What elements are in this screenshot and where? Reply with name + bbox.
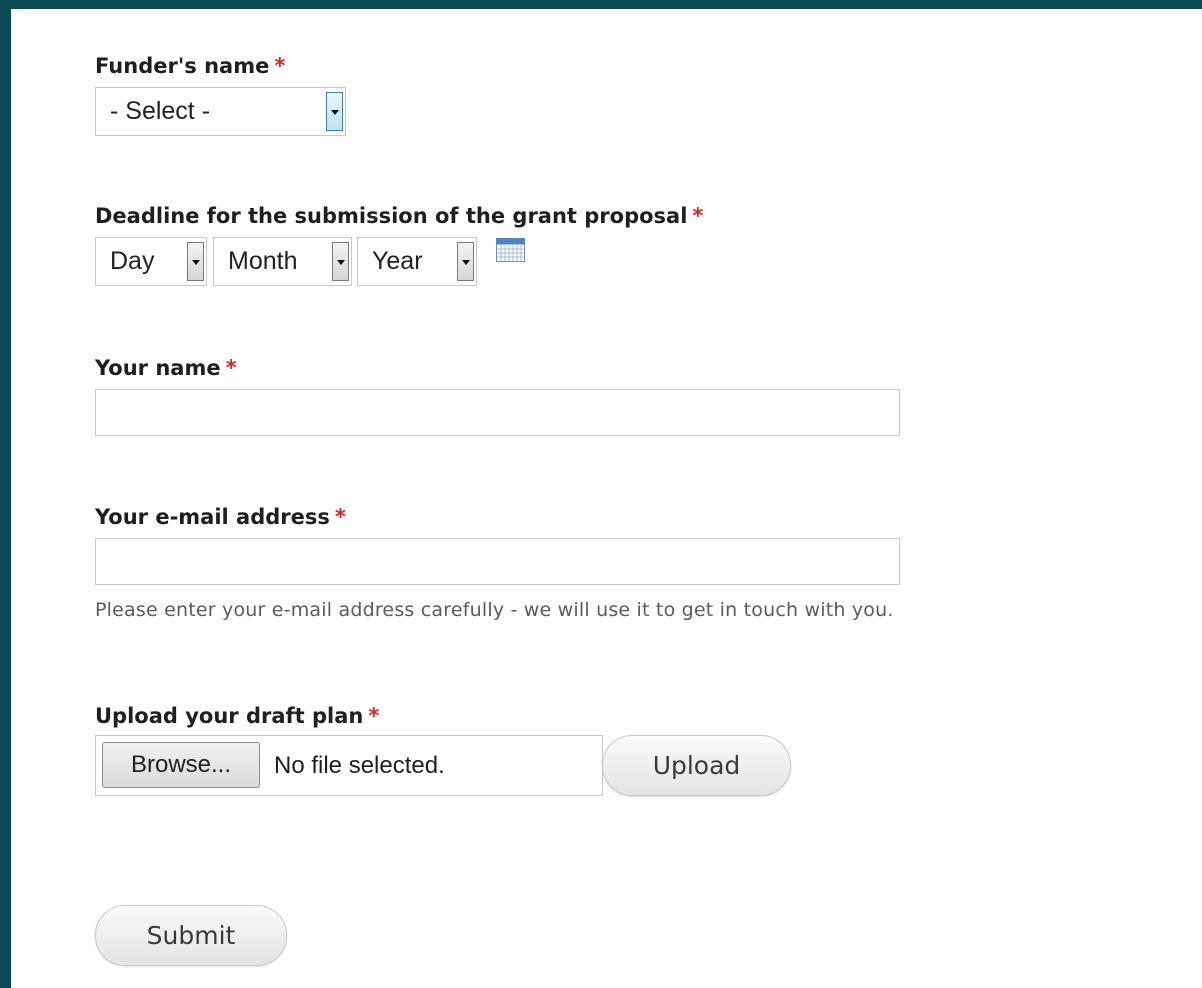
- required-marker: *: [692, 204, 704, 228]
- upload-label: Upload your draft plan *: [95, 704, 380, 728]
- browse-button[interactable]: Browse...: [102, 742, 260, 788]
- chevron-down-icon: [457, 242, 474, 281]
- email-label: Your e-mail address *: [95, 505, 346, 529]
- year-select-value: Year: [372, 247, 423, 275]
- required-marker: *: [368, 704, 380, 728]
- file-input[interactable]: Browse... No file selected.: [95, 735, 603, 796]
- funder-label: Funder's name *: [95, 54, 286, 78]
- email-help-text: Please enter your e-mail address careful…: [95, 599, 894, 621]
- required-marker: *: [334, 505, 346, 529]
- email-input[interactable]: [95, 538, 900, 585]
- required-marker: *: [274, 54, 286, 78]
- chevron-down-icon: [332, 242, 349, 281]
- name-label: Your name *: [95, 356, 237, 380]
- funder-select[interactable]: - Select -: [95, 87, 346, 136]
- month-select[interactable]: Month: [213, 237, 352, 286]
- deadline-label: Deadline for the submission of the grant…: [95, 204, 704, 228]
- email-field: Your e-mail address * Please enter your e…: [95, 504, 900, 621]
- funder-select-value: - Select -: [110, 97, 211, 125]
- chevron-down-icon: [187, 242, 204, 281]
- deadline-field: Deadline for the submission of the grant…: [95, 203, 703, 286]
- day-select-value: Day: [110, 247, 155, 275]
- name-input[interactable]: [95, 389, 900, 436]
- upload-field: Upload your draft plan * Browse... No fil…: [95, 703, 795, 803]
- day-select[interactable]: Day: [95, 237, 207, 286]
- month-select-value: Month: [228, 247, 298, 275]
- calendar-icon[interactable]: [496, 238, 525, 262]
- funder-field: Funder's name * - Select -: [95, 53, 346, 140]
- file-status-text: No file selected.: [274, 752, 445, 779]
- name-field: Your name *: [95, 355, 900, 436]
- upload-button[interactable]: Upload: [602, 735, 791, 796]
- required-marker: *: [225, 356, 237, 380]
- submit-button[interactable]: Submit: [95, 905, 287, 966]
- chevron-down-icon: [326, 92, 343, 131]
- form-panel: Funder's name * - Select - Deadline for t…: [11, 9, 1202, 988]
- year-select[interactable]: Year: [357, 237, 477, 286]
